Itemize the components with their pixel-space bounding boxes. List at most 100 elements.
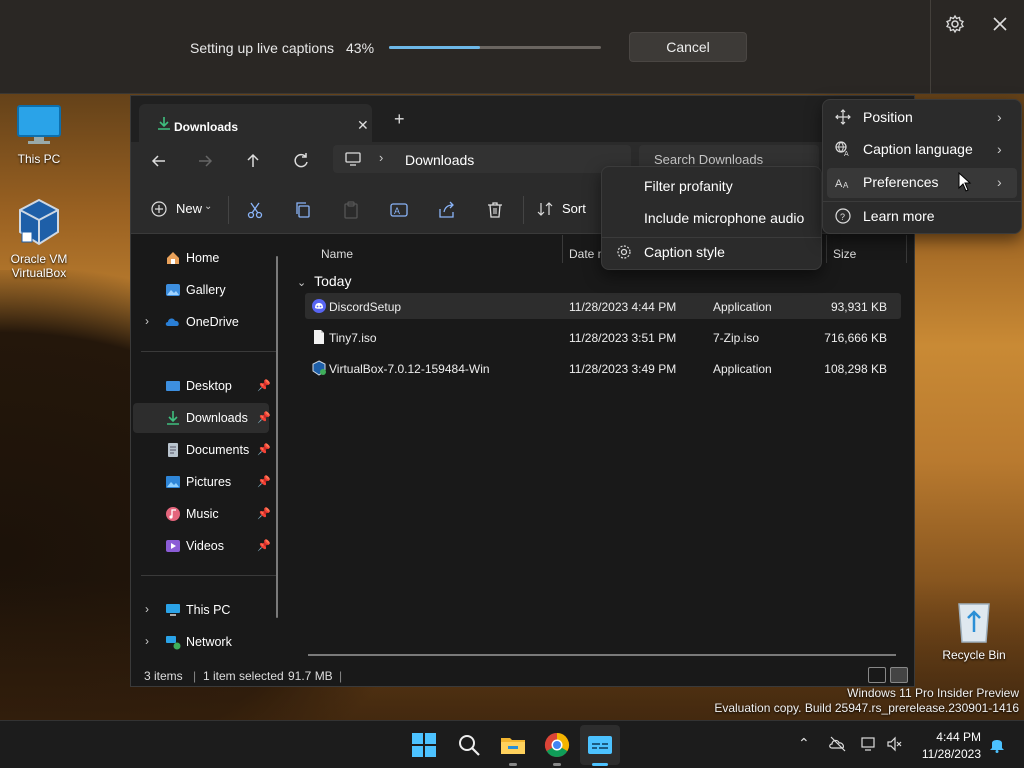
table-row[interactable]: VirtualBox-7.0.12-159484-Win 11/28/2023 … [305,355,901,381]
share-icon[interactable] [437,200,457,220]
rename-icon[interactable]: A [389,200,409,220]
file-size: 93,931 KB [830,300,887,314]
close-icon[interactable] [990,14,1010,34]
toolbar-divider [228,196,229,224]
new-tab-button[interactable]: + [394,109,405,130]
menu-item-caption-style[interactable]: Caption style [616,244,816,264]
notification-bell-icon[interactable] [988,735,1006,753]
network-icon[interactable] [861,735,879,753]
sidebar-item-videos[interactable]: Videos 📌 [133,531,271,561]
chevron-right-icon[interactable]: › [145,602,149,616]
home-icon [167,252,179,264]
svg-text:?: ? [840,212,845,222]
desktop-icon-virtualbox[interactable]: Oracle VM VirtualBox [2,198,76,280]
up-arrow-icon[interactable] [243,151,263,171]
download-icon [158,117,170,130]
pin-icon[interactable]: 📌 [257,539,271,552]
chevron-right-icon[interactable]: › [145,634,149,648]
desktop-icon-recycle-bin[interactable]: Recycle Bin [938,598,1010,662]
sort-button[interactable]: Sort [562,201,586,216]
horizontal-scrollbar[interactable] [308,654,896,656]
column-header-name[interactable]: Name [321,247,353,261]
text-size-icon: AA [835,178,849,190]
network-icon [166,636,181,650]
delete-icon[interactable] [485,200,505,220]
address-bar[interactable]: › Downloads [333,145,631,173]
chevron-up-icon[interactable]: ⌃ [798,735,816,753]
pin-icon[interactable]: 📌 [257,411,271,424]
sidebar-item-documents[interactable]: Documents 📌 [133,435,271,465]
windows-start-icon[interactable] [410,731,438,759]
file-date: 11/28/2023 3:51 PM [569,331,677,345]
new-button[interactable]: New [176,201,202,216]
column-divider[interactable] [826,235,827,263]
pin-icon[interactable]: 📌 [257,475,271,488]
breadcrumb[interactable]: Downloads [405,152,474,168]
chrome-icon[interactable] [543,731,571,759]
column-divider[interactable] [562,235,563,263]
pin-icon[interactable]: 📌 [257,443,271,456]
monitor-icon [17,105,61,144]
sidebar-item-label: This PC [186,603,231,617]
column-header-size[interactable]: Size [833,247,856,261]
volume-muted-icon[interactable] [886,735,904,753]
forward-arrow-icon[interactable] [195,151,215,171]
menu-item-filter-profanity[interactable]: Filter profanity [644,178,733,194]
monitor-icon [345,152,361,166]
menu-item-learn-more[interactable]: ? Learn more [835,208,1015,228]
paste-icon[interactable] [341,200,361,220]
pin-icon[interactable]: 📌 [257,379,271,392]
item-count: 3 items [144,669,183,683]
menu-item-position[interactable]: Position › [835,109,1015,129]
sidebar-item-network[interactable]: › Network [133,627,269,657]
file-name: DiscordSetup [329,300,402,314]
file-explorer-icon[interactable] [499,731,527,759]
chevron-right-icon[interactable]: › [145,314,149,328]
tab-downloads[interactable]: Downloads ✕ [139,104,372,142]
menu-item-label: Preferences [863,174,939,190]
status-bar: 3 items | 1 item selected 91.7 MB | [131,665,914,687]
column-divider[interactable] [906,235,907,263]
sidebar-item-gallery[interactable]: Gallery [133,275,269,305]
menu-item-include-microphone-audio[interactable]: Include microphone audio [644,210,804,226]
table-row[interactable]: Tiny7.iso 11/28/2023 3:51 PM 7-Zip.iso 7… [305,324,901,350]
system-clock[interactable]: 4:44 PM 11/28/2023 [915,730,981,761]
tiles-view-icon[interactable] [890,667,908,683]
copy-icon[interactable] [293,200,313,220]
onedrive-offline-icon[interactable] [829,735,847,753]
sidebar-item-onedrive[interactable]: › OneDrive [133,307,269,337]
sidebar-item-this-pc[interactable]: › This PC [133,595,269,625]
sidebar-item-desktop[interactable]: Desktop 📌 [133,371,271,401]
table-row[interactable]: DiscordSetup 11/28/2023 4:44 PM Applicat… [305,293,901,319]
captions-percent: 43% [346,40,375,56]
captions-progress-fill [389,46,481,49]
mouse-cursor-icon [958,172,972,192]
desktop-icon-this-pc[interactable]: This PC [3,104,75,166]
sidebar-item-music[interactable]: Music 📌 [133,499,271,529]
refresh-icon[interactable] [291,151,311,171]
navigation-pane: Home Gallery › OneDrive Desktop 📌 Downlo… [131,235,289,665]
sidebar-scrollbar[interactable] [276,256,278,618]
sidebar-item-home[interactable]: Home [133,243,269,273]
gear-icon[interactable] [945,14,965,34]
tab-close-icon[interactable]: ✕ [357,117,369,134]
menu-item-caption-language[interactable]: A Caption language › [835,141,1015,161]
sidebar-item-downloads[interactable]: Downloads 📌 [133,403,271,433]
menu-item-preferences[interactable]: AA Preferences › [835,174,1015,194]
group-header-today[interactable]: ⌄ Today [297,273,351,289]
selection-size: 91.7 MB [288,669,333,683]
chevron-down-icon: ⌄ [297,277,307,289]
search-icon[interactable] [455,731,483,759]
desktop-icon-label: This PC [17,152,61,166]
file-type: Application [713,300,772,314]
selection-count: 1 item selected [203,669,284,683]
details-view-icon[interactable] [868,667,886,683]
cancel-button[interactable]: Cancel [629,32,747,62]
sidebar-item-label: OneDrive [186,315,239,329]
cut-icon[interactable] [245,200,265,220]
live-captions-icon[interactable] [586,731,614,759]
back-arrow-icon[interactable] [149,151,169,171]
sidebar-item-pictures[interactable]: Pictures 📌 [133,467,271,497]
pin-icon[interactable]: 📌 [257,507,271,520]
sidebar-item-label: Music [186,507,219,521]
